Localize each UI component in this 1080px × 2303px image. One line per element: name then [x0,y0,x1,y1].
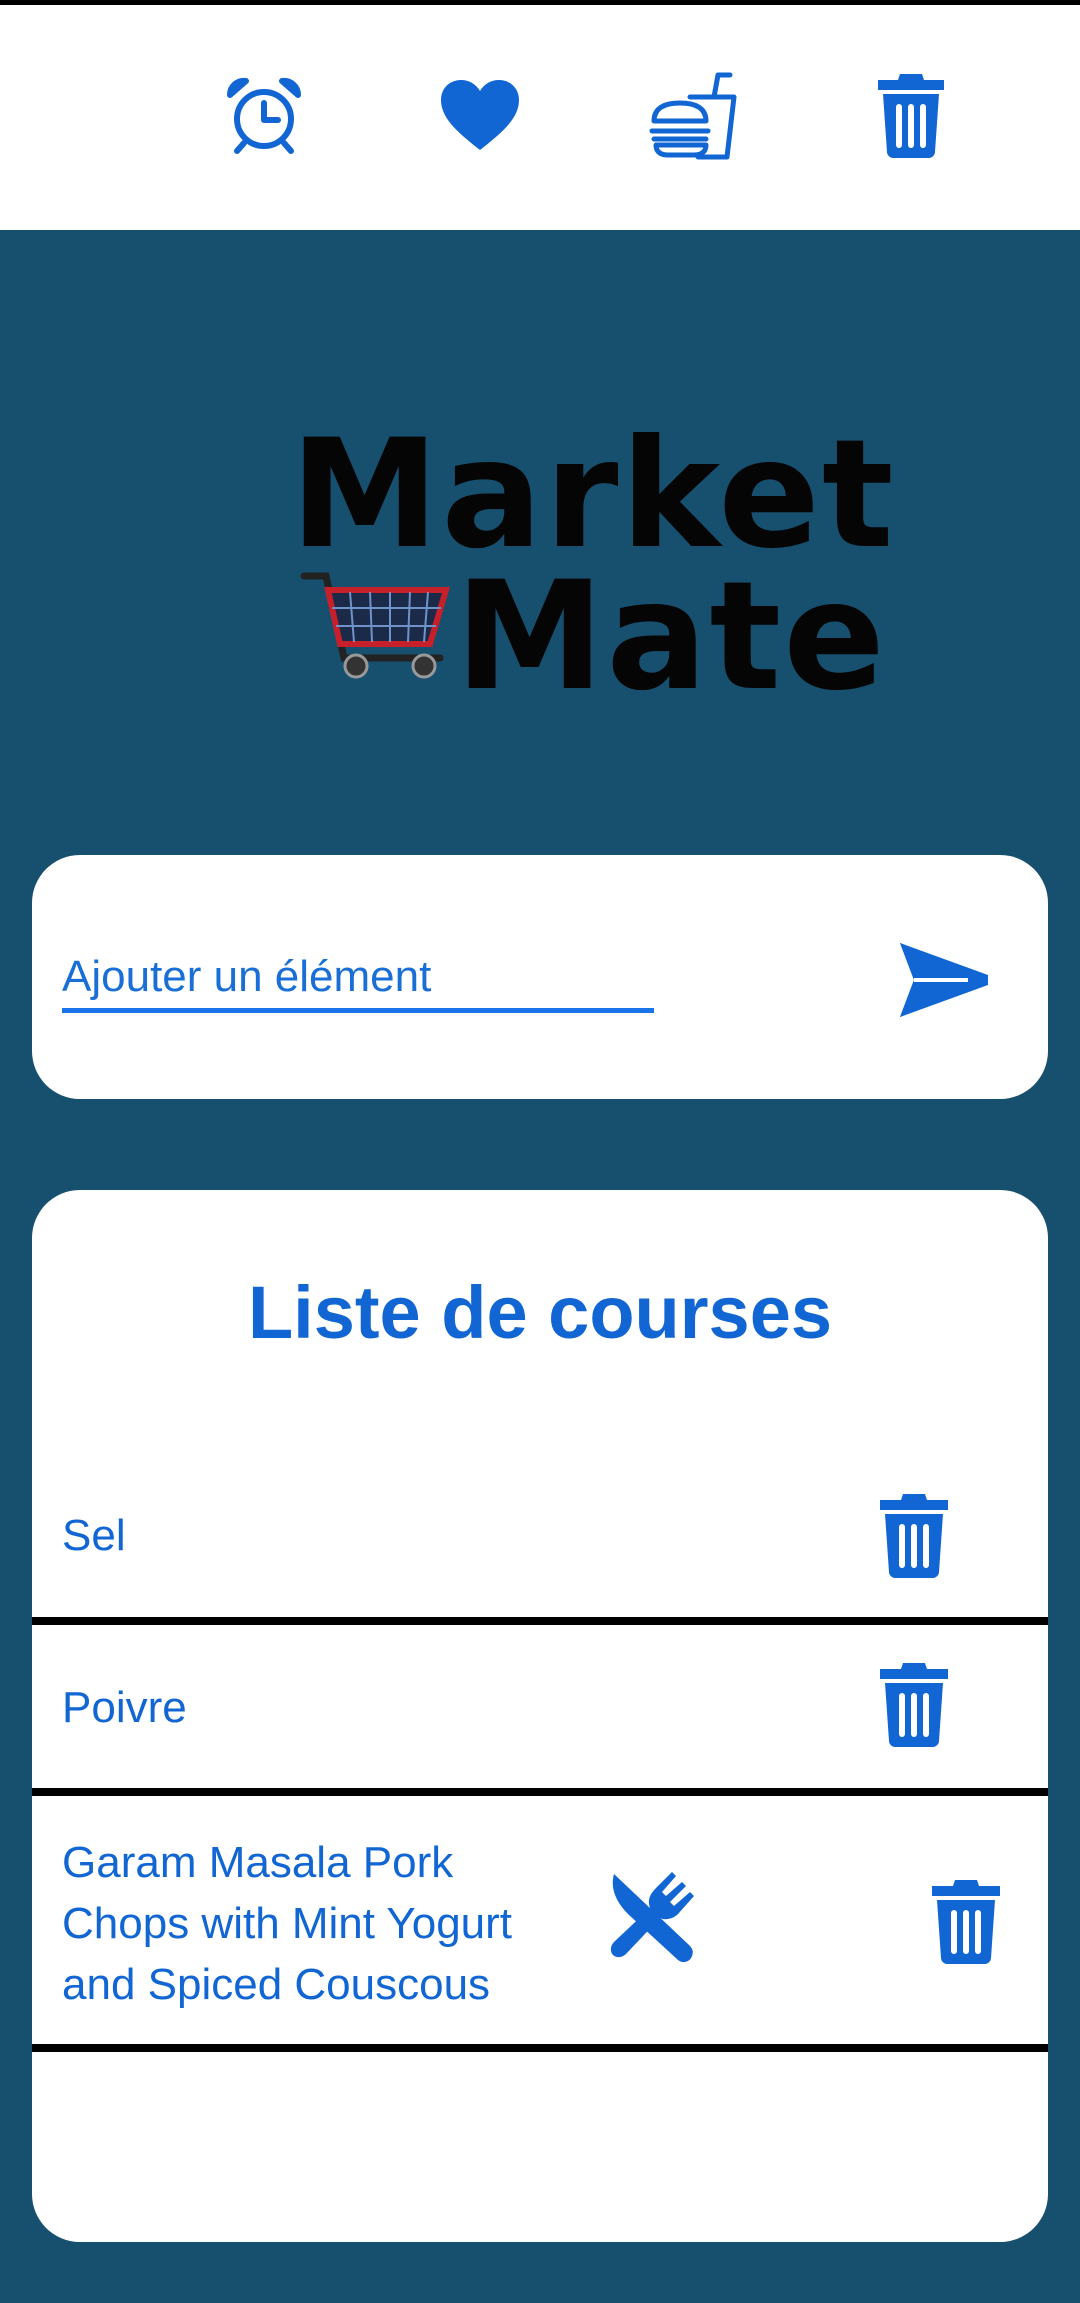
trash-icon [878,74,944,158]
heart-icon [441,80,519,150]
add-item-card [32,855,1048,1099]
list-item-label: Poivre [62,1683,187,1732]
trash-icon [932,1880,1000,1964]
favorites-button[interactable] [430,65,530,165]
market-mate-logo: Market Mate [290,420,894,720]
clear-all-button[interactable] [861,65,961,165]
recipe-button[interactable] [604,1866,704,1966]
trash-icon [880,1663,948,1747]
list-title: Liste de courses [247,1271,832,1354]
delete-item-button[interactable] [926,1876,1006,1966]
trash-icon [880,1494,948,1578]
meals-button[interactable] [644,65,744,165]
alarm-clock-icon [226,77,302,154]
delete-item-button[interactable] [874,1659,954,1749]
logo-line-2: Mate [455,550,887,724]
add-item-input[interactable] [62,945,654,1013]
shopping-cart-icon [300,570,451,685]
logo-line-1: Market [290,408,896,582]
send-button[interactable] [894,935,994,1025]
send-icon [900,943,988,1017]
burger-drink-icon [649,72,737,160]
list-item-label: Sel [62,1511,126,1560]
list-item-label: Garam Masala Pork Chops with Mint Yogurt… [62,1838,513,2009]
fork-knife-icon [610,1872,694,1963]
top-nav-bar [0,5,1080,230]
list-item: Poivre [32,1625,1048,1796]
delete-item-button[interactable] [874,1490,954,1580]
alarm-button[interactable] [214,65,314,165]
list-item: Sel [32,1450,1048,1625]
list-item: Garam Masala Pork Chops with Mint Yogurt… [32,1796,1048,2052]
